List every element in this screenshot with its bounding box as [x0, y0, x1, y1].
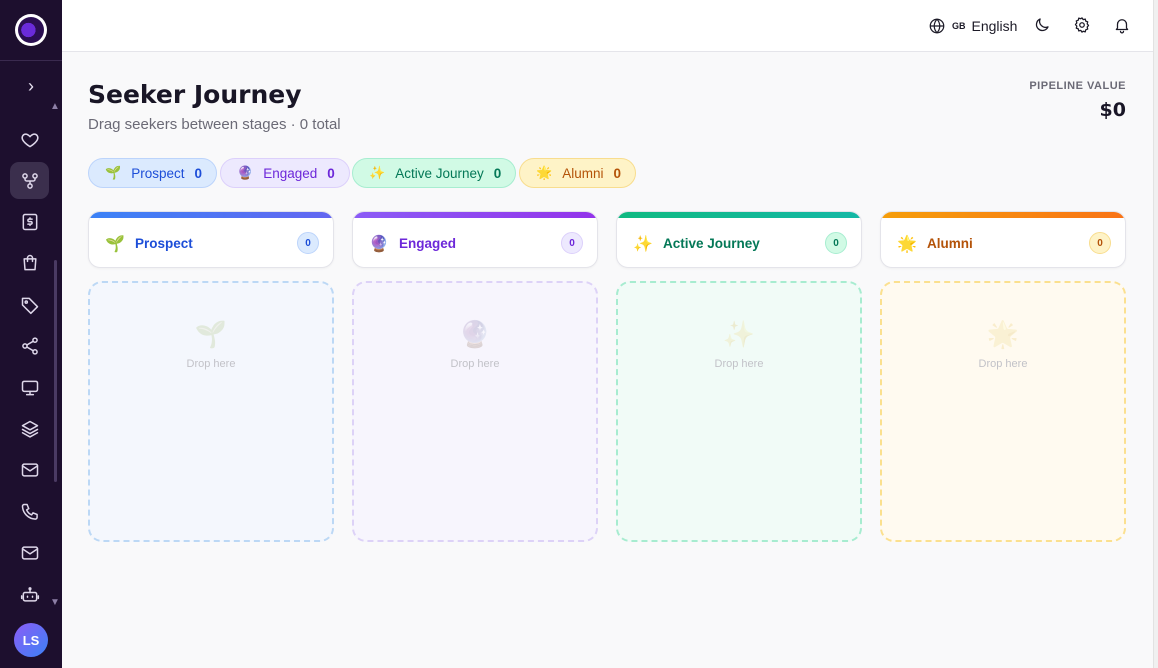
column-title: Alumni — [927, 236, 973, 251]
drop-hint: Drop here — [450, 358, 500, 370]
column-title: Prospect — [135, 236, 193, 251]
pill-label: Active Journey — [395, 165, 484, 181]
mail-icon — [21, 462, 38, 477]
sidebar-item-pipeline[interactable] — [10, 162, 49, 199]
drop-hint: Drop here — [186, 358, 236, 370]
settings-button[interactable] — [1073, 16, 1093, 36]
moon-icon — [1035, 18, 1049, 32]
heart-icon — [20, 132, 39, 147]
drop-zone-prospect[interactable]: 🌱 Drop here — [88, 281, 334, 542]
crystal-ball-icon: 🔮 — [458, 319, 492, 349]
column-title: Active Journey — [663, 236, 760, 251]
pipeline-icon — [21, 172, 38, 189]
column-count-badge: 0 — [1089, 232, 1111, 254]
language-label: English — [971, 18, 1018, 34]
sidebar-item-invoices[interactable] — [10, 203, 49, 240]
sparkles-icon: ✨ — [722, 319, 756, 349]
sparkles-icon: ✨ — [369, 165, 386, 180]
pill-label: Engaged — [263, 165, 318, 181]
pill-label: Prospect — [131, 165, 185, 181]
monitor-icon — [21, 380, 38, 395]
page-subtitle: Drag seekers between stages · 0 total — [88, 116, 341, 133]
pill-count: 0 — [613, 165, 621, 181]
sidebar-item-share[interactable] — [10, 327, 49, 364]
sidebar-item-shop[interactable] — [10, 244, 49, 281]
crystal-ball-icon: 🔮 — [369, 236, 389, 253]
user-avatar[interactable]: LS — [14, 623, 48, 657]
tag-icon — [21, 297, 38, 314]
column-header-active-journey: ✨ Active Journey 0 — [616, 211, 862, 268]
column-accent-bar — [881, 212, 1125, 218]
shopping-bag-icon — [22, 254, 37, 270]
pill-count: 0 — [327, 165, 335, 181]
stage-filter-pill[interactable]: 🌟 Alumni 0 — [519, 158, 636, 188]
sidebar-item-automation[interactable] — [10, 576, 49, 613]
column-accent-bar — [353, 212, 597, 218]
sidebar-item-favorites[interactable] — [10, 121, 49, 158]
column-title: Engaged — [399, 236, 457, 251]
bell-icon — [1115, 19, 1129, 34]
sprout-icon: 🌱 — [105, 236, 125, 253]
phone-icon — [21, 503, 38, 520]
column-header-engaged: 🔮 Engaged 0 — [352, 211, 598, 268]
sidebar-scroll-down-icon[interactable]: ▼ — [50, 597, 60, 608]
language-selector[interactable]: GB English — [928, 16, 1017, 36]
glowing-star-icon: 🌟 — [986, 319, 1020, 349]
pill-label: Alumni — [562, 165, 604, 181]
sidebar-expand-button[interactable]: › — [19, 76, 43, 96]
sprout-icon: 🌱 — [105, 165, 122, 180]
sidebar-scroll-up-icon[interactable]: ▲ — [50, 101, 60, 112]
language-flag: GB — [952, 21, 966, 31]
sidebar: › ▲ ▼ LS — [0, 0, 62, 668]
drop-hint: Drop here — [978, 358, 1028, 370]
glowing-star-icon: 🌟 — [536, 165, 553, 180]
sidebar-item-phone[interactable] — [10, 493, 49, 530]
dark-mode-toggle[interactable] — [1033, 16, 1053, 36]
column-count-badge: 0 — [561, 232, 583, 254]
sprout-icon: 🌱 — [194, 319, 228, 349]
sidebar-scrollbar[interactable] — [54, 260, 57, 482]
layers-icon — [21, 420, 38, 438]
sidebar-item-layers[interactable] — [10, 410, 49, 447]
sidebar-item-display[interactable] — [10, 369, 49, 406]
globe-icon — [929, 18, 945, 34]
pipeline-value-label: PIPELINE VALUE — [1029, 80, 1126, 92]
crystal-ball-icon: 🔮 — [237, 165, 254, 180]
sidebar-divider — [0, 60, 62, 61]
drop-hint: Drop here — [714, 358, 764, 370]
drop-zone-alumni[interactable]: 🌟 Drop here — [880, 281, 1126, 542]
bot-icon — [20, 586, 39, 602]
stage-filter-pill[interactable]: 🌱 Prospect 0 — [88, 158, 217, 188]
column-count-badge: 0 — [825, 232, 847, 254]
pill-count: 0 — [194, 165, 202, 181]
sidebar-item-tags[interactable] — [10, 286, 49, 323]
drop-zone-engaged[interactable]: 🔮 Drop here — [352, 281, 598, 542]
mail-icon — [21, 545, 38, 560]
column-accent-bar — [89, 212, 333, 218]
stage-filter-pill[interactable]: ✨ Active Journey 0 — [352, 158, 517, 188]
sidebar-item-messages[interactable] — [10, 534, 49, 571]
page-title: Seeker Journey — [88, 80, 302, 109]
share-icon — [21, 336, 38, 355]
column-header-prospect: 🌱 Prospect 0 — [88, 211, 334, 268]
sparkles-icon: ✨ — [633, 236, 653, 253]
column-accent-bar — [617, 212, 861, 218]
topbar: GB English — [62, 0, 1153, 52]
notifications-button[interactable] — [1113, 16, 1133, 36]
page-scrollbar[interactable] — [1153, 0, 1158, 668]
pipeline-value: $0 — [1099, 99, 1126, 121]
column-header-alumni: 🌟 Alumni 0 — [880, 211, 1126, 268]
glowing-star-icon: 🌟 — [897, 236, 917, 253]
sidebar-item-mail[interactable] — [10, 451, 49, 488]
pill-count: 0 — [493, 165, 502, 181]
stage-filter-pill[interactable]: 🔮 Engaged 0 — [220, 158, 350, 188]
dollar-doc-icon — [22, 213, 37, 230]
gear-icon — [1074, 17, 1090, 33]
app-logo[interactable] — [15, 14, 47, 46]
drop-zone-active-journey[interactable]: ✨ Drop here — [616, 281, 862, 542]
column-count-badge: 0 — [297, 232, 319, 254]
